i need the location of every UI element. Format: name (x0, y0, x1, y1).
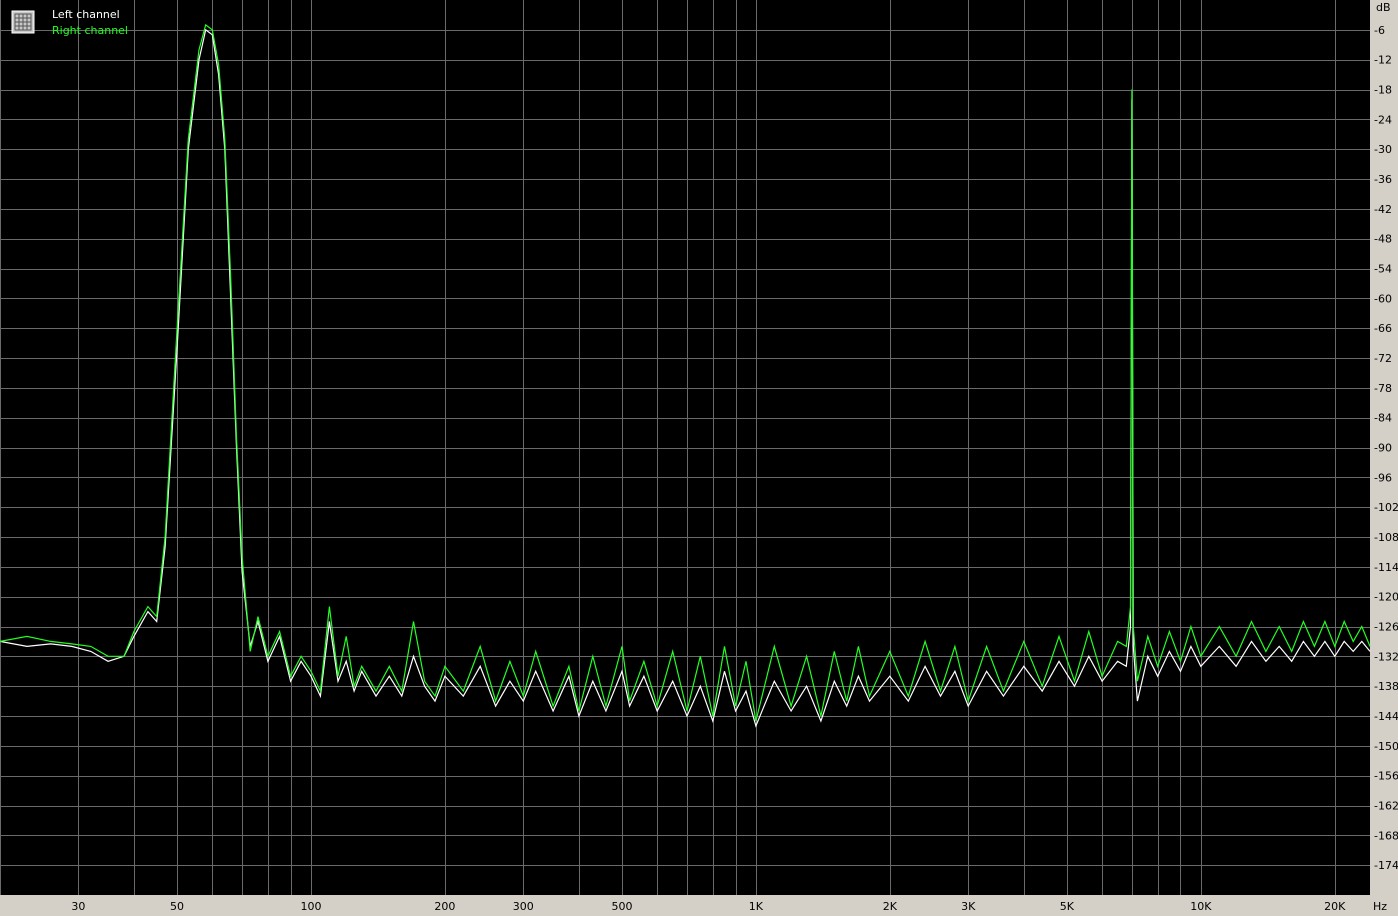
y-tick-label: -78 (1374, 382, 1392, 395)
y-tick-label: -60 (1374, 292, 1392, 305)
x-tick-label: 200 (434, 900, 455, 913)
y-tick-label: -36 (1374, 173, 1392, 186)
x-tick-label: 30 (71, 900, 85, 913)
grid-icon[interactable] (11, 10, 35, 34)
x-tick-label: 20K (1324, 900, 1346, 913)
x-tick-label: 500 (611, 900, 632, 913)
y-tick-label: -84 (1374, 412, 1392, 425)
y-tick-label: -162 (1374, 800, 1398, 813)
x-tick-label: 300 (513, 900, 534, 913)
y-tick-label: -72 (1374, 352, 1392, 365)
y-tick-label: -90 (1374, 442, 1392, 455)
y-tick-label: -6 (1374, 24, 1385, 37)
y-tick-label: -102 (1374, 501, 1398, 514)
x-tick-label: 2K (883, 900, 898, 913)
legend-right-channel: Right channel (52, 24, 128, 37)
x-tick-label: 1K (749, 900, 764, 913)
y-tick-label: -48 (1374, 233, 1392, 246)
y-tick-label: -120 (1374, 591, 1398, 604)
y-tick-label: -96 (1374, 471, 1392, 484)
y-tick-label: -144 (1374, 710, 1398, 723)
x-tick-label: 50 (170, 900, 184, 913)
x-tick-label: 100 (300, 900, 321, 913)
y-tick-label: -138 (1374, 680, 1398, 693)
y-tick-label: -150 (1374, 740, 1398, 753)
y-tick-label: -114 (1374, 561, 1398, 574)
y-tick-label: -30 (1374, 143, 1392, 156)
x-unit-label: Hz (1373, 900, 1387, 913)
y-tick-label: -18 (1374, 84, 1392, 97)
legend-left-channel: Left channel (52, 8, 120, 21)
y-tick-label: -54 (1374, 263, 1392, 276)
y-tick-label: -42 (1374, 203, 1392, 216)
y-tick-label: -12 (1374, 54, 1392, 67)
spectrum-chart: -6 -12 -18 -24 -30 -36 -42 -48 -54 -60 -66 -72 -78 -8… (0, 0, 1398, 916)
y-tick-label: -108 (1374, 531, 1398, 544)
y-tick-label: -24 (1374, 113, 1392, 126)
x-tick-label: 10K (1190, 900, 1212, 913)
y-tick-label: -168 (1374, 829, 1398, 842)
y-tick-label: -66 (1374, 322, 1392, 335)
x-axis-panel (0, 895, 1398, 916)
y-unit-label: dB (1376, 1, 1391, 14)
y-tick-label: -156 (1374, 770, 1398, 783)
y-tick-label: -126 (1374, 621, 1398, 634)
plot-background (0, 0, 1370, 895)
y-tick-label: -174 (1374, 859, 1398, 872)
x-tick-label: 3K (961, 900, 976, 913)
y-tick-label: -132 (1374, 650, 1398, 663)
x-tick-label: 5K (1060, 900, 1075, 913)
